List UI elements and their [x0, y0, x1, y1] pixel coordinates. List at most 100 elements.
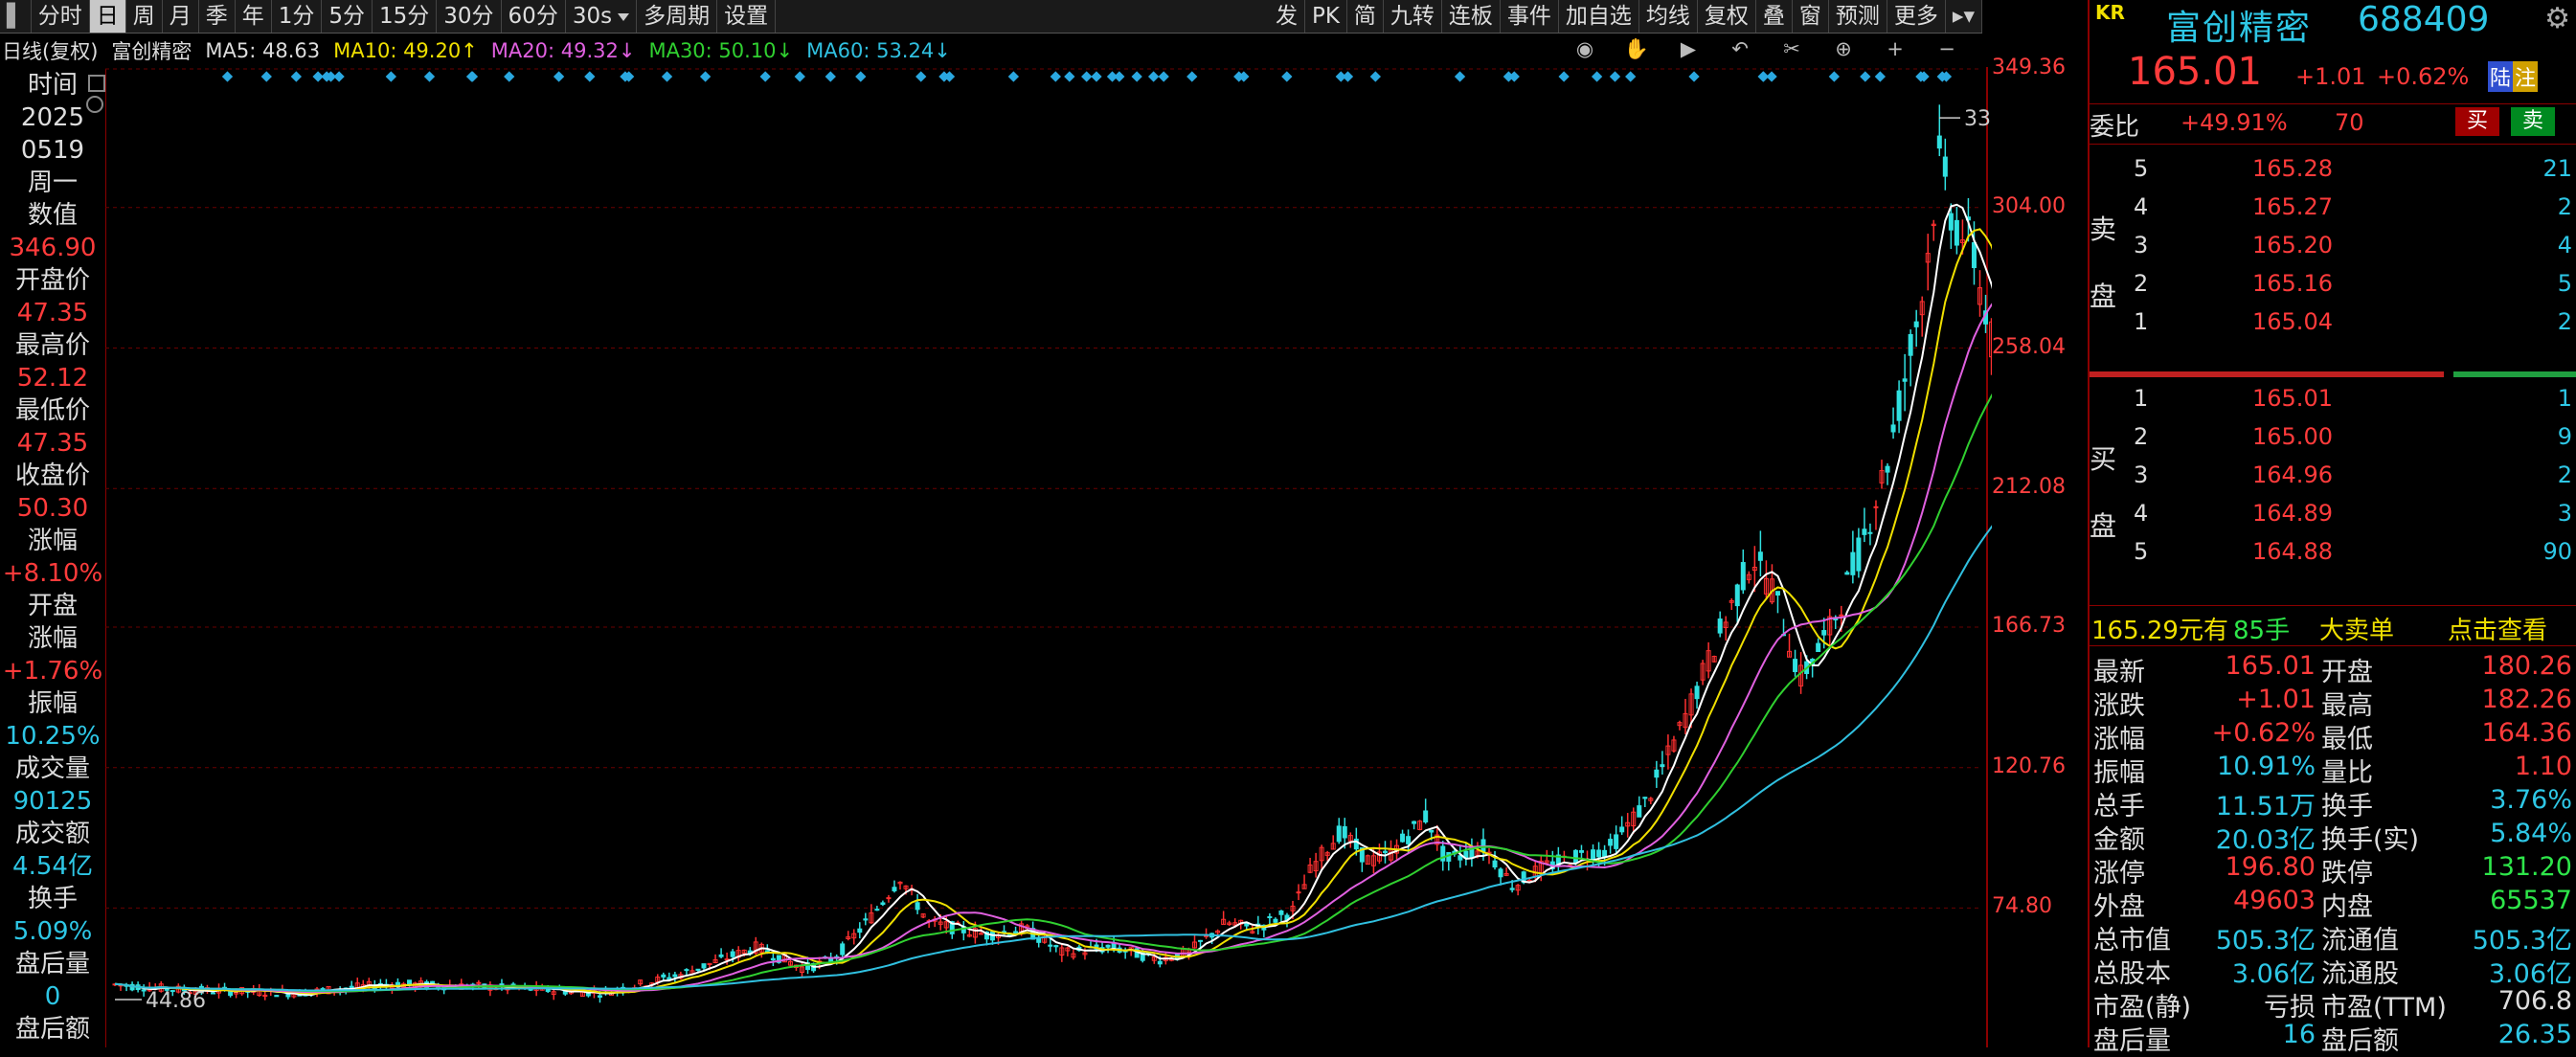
sells-price[interactable]: 165.20: [2252, 232, 2333, 259]
sells-price[interactable]: 165.28: [2252, 155, 2333, 182]
toolbar-item[interactable]: 15分: [373, 0, 438, 33]
undo-icon[interactable]: ↶: [1728, 36, 1752, 61]
buys-price[interactable]: 165.00: [2252, 423, 2333, 450]
candle-body: [1654, 769, 1660, 778]
toolbar-item[interactable]: 九转: [1384, 0, 1442, 33]
buys-volume: 3: [2557, 500, 2572, 527]
eye-icon[interactable]: ◉: [1572, 36, 1597, 61]
candle-body: [661, 974, 667, 978]
toolbar-item[interactable]: 日: [89, 0, 126, 33]
candle-body: [1734, 584, 1740, 607]
period-toolbar: ▌ 分时日周月季年 1分 5分 15分 30分 60分 30s 多周期 设置 发 PK 简九转 连板 事件加…: [0, 0, 1982, 34]
ma10-line: [114, 228, 1992, 995]
toolbar-item[interactable]: 复权: [1698, 0, 1756, 33]
crosshair-icon[interactable]: ⊕: [1831, 36, 1856, 61]
buys-price[interactable]: 164.88: [2252, 538, 2333, 565]
toolbar-item[interactable]: 窗: [1793, 0, 1829, 33]
toolbar-item[interactable]: 60分: [502, 0, 566, 33]
toolbar-item[interactable]: 加自选: [1559, 0, 1639, 33]
toolbar-item[interactable]: 设置: [717, 0, 777, 33]
signal-marker: [1591, 71, 1603, 82]
buys-price[interactable]: 164.89: [2252, 500, 2333, 527]
toolbar-item[interactable]: 连板: [1442, 0, 1501, 33]
candle-body: [349, 985, 354, 989]
toolbar-item[interactable]: 5分: [322, 0, 373, 33]
stat-value: 20.03亿: [2215, 825, 2316, 855]
candle-body: [695, 968, 701, 971]
toolbar-item[interactable]: 叠: [1756, 0, 1793, 33]
candle-body: [274, 995, 280, 998]
stat-label: 外盘: [2093, 892, 2145, 922]
toolbar-item[interactable]: 1分: [272, 0, 323, 33]
buys-level: 4: [2134, 500, 2149, 527]
signal-marker: [1558, 71, 1570, 82]
candle-body: [211, 992, 215, 995]
gear-icon[interactable]: [86, 96, 103, 113]
buy-button[interactable]: 买: [2455, 107, 2499, 136]
sells-price[interactable]: 165.27: [2252, 193, 2333, 220]
data-window-row: 涨幅: [27, 527, 78, 555]
candle-body: [1492, 860, 1498, 868]
data-window-row: 90125: [12, 787, 93, 816]
candle-body: [718, 954, 724, 957]
zoom-out-icon[interactable]: −: [1934, 36, 1959, 61]
toolbar-item[interactable]: 预测: [1829, 0, 1887, 33]
panel-toggle-icon[interactable]: ▌: [0, 0, 32, 33]
quote-panel: KR 富创精密 688409 ⚙ 165.01 +1.01 +0.62% 陆 注…: [2088, 0, 2576, 1056]
toolbar-item[interactable]: 均线: [1639, 0, 1698, 33]
toolbar-item[interactable]: 发: [1269, 0, 1305, 33]
data-window-row: 开盘: [27, 592, 78, 620]
signal-marker: [466, 71, 479, 82]
stat-value: 亏损: [2264, 993, 2316, 1023]
toolbar-item[interactable]: 30分: [437, 0, 502, 33]
data-window-row: 10.25%: [5, 722, 101, 751]
buys-price[interactable]: 165.01: [2252, 385, 2333, 412]
toolbar-item[interactable]: 季: [199, 0, 236, 33]
toolbar-item[interactable]: 简: [1347, 0, 1384, 33]
play-icon[interactable]: ▶: [1676, 36, 1701, 61]
buy-pressure-bar: [2453, 371, 2576, 377]
toolbar-item[interactable]: PK: [1305, 0, 1347, 33]
toolbar-item[interactable]: 事件: [1501, 0, 1559, 33]
toolbar-item[interactable]: 月: [163, 0, 199, 33]
big-order-price: 165.29元有: [2091, 617, 2228, 645]
stat-value: 16: [2282, 1020, 2316, 1049]
sells-volume: 5: [2557, 270, 2572, 297]
candle-body: [1596, 849, 1602, 858]
gear-icon[interactable]: ⚙: [2544, 2, 2570, 35]
period-label[interactable]: 日线(复权): [2, 36, 98, 65]
candle-body: [1896, 390, 1902, 421]
signal-marker: [825, 71, 836, 82]
stat-value: 505.3亿: [2215, 926, 2316, 956]
sells-price[interactable]: 165.04: [2252, 308, 2333, 335]
toolbar-item[interactable]: 年: [236, 0, 272, 33]
panel-menu-icon[interactable]: [88, 75, 105, 92]
scissors-icon[interactable]: ✂: [1779, 36, 1804, 61]
sells-level: 2: [2134, 270, 2149, 297]
buys-price[interactable]: 164.96: [2252, 461, 2333, 488]
toolbar-item[interactable]: 分时: [32, 0, 90, 33]
expand-icon[interactable]: ▸▾: [1946, 0, 1982, 33]
big-order-link[interactable]: 点击查看: [2448, 611, 2547, 646]
data-window-panel: 时间 2025 0519 周一 数值 346.90 开盘价 47.35 最高价 52.12 最低价 4…: [0, 69, 106, 1047]
stock-name: 富创精密: [2166, 9, 2313, 48]
signal-marker: [1007, 71, 1020, 82]
candle-body: [730, 951, 735, 957]
sells-level: 1: [2134, 308, 2149, 335]
candle-body: [1053, 945, 1059, 948]
kline-chart[interactable]: 333.33 44.86: [105, 67, 1992, 1047]
toolbar-item[interactable]: 多周期: [637, 0, 718, 33]
toolbar-item[interactable]: 更多: [1887, 0, 1946, 33]
zoom-in-icon[interactable]: +: [1883, 36, 1908, 61]
hand-icon[interactable]: ✋: [1624, 36, 1649, 61]
candle-body: [1296, 891, 1301, 894]
stat-label: 涨幅: [2093, 725, 2145, 754]
price-axis-tick: 166.73: [1992, 613, 2066, 638]
candle-body: [874, 909, 880, 911]
toolbar-item[interactable]: 30s: [566, 0, 638, 33]
sells-price[interactable]: 165.16: [2252, 270, 2333, 297]
sell-button[interactable]: 卖: [2511, 107, 2555, 136]
toolbar-item[interactable]: 周: [126, 0, 163, 33]
signal-marker: [699, 71, 712, 82]
candle-body: [1793, 659, 1798, 672]
